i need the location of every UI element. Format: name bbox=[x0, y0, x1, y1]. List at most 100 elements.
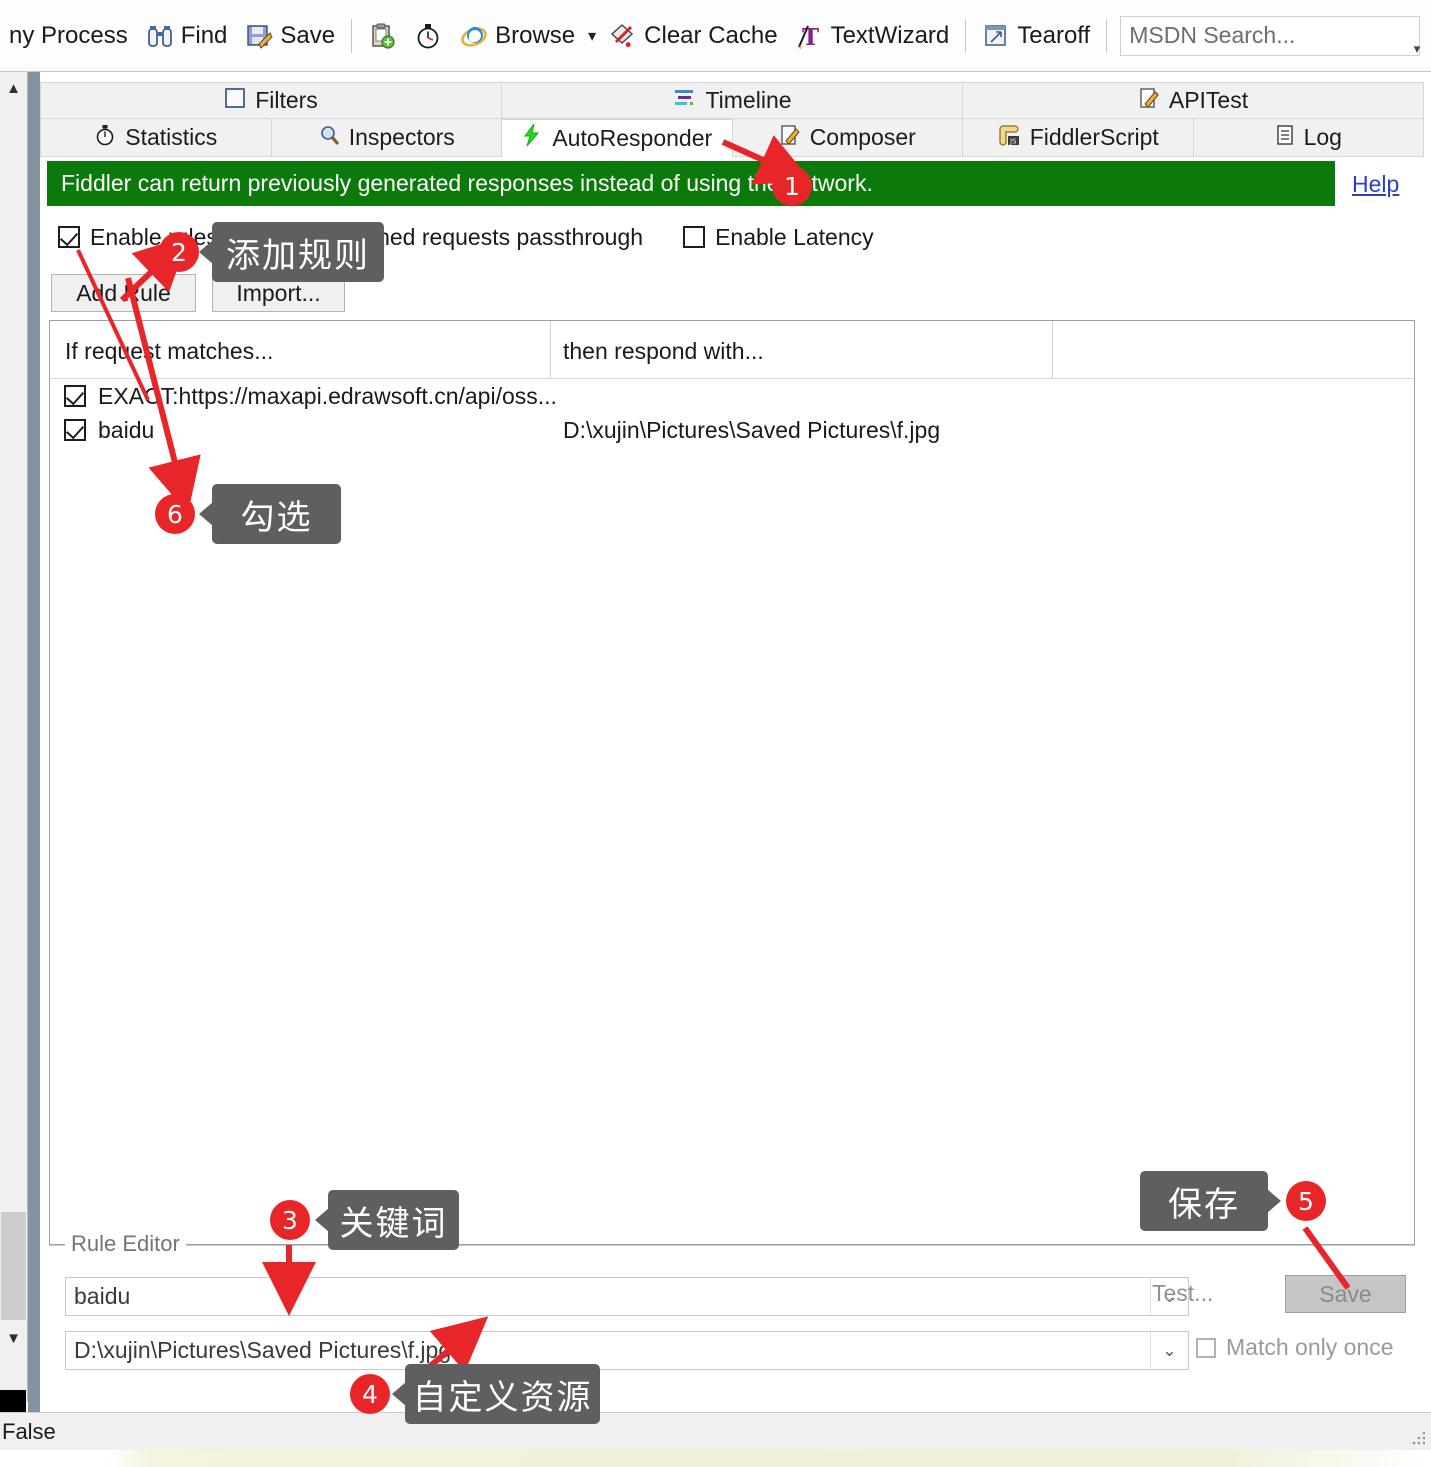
clear-cache-icon bbox=[609, 22, 637, 50]
tab-autoresponder-label: AutoResponder bbox=[552, 124, 713, 151]
rules-list-panel: If request matches... then respond with.… bbox=[49, 320, 1415, 1245]
rule-enabled-checkbox-icon[interactable] bbox=[64, 385, 86, 407]
rule-enabled-checkbox-icon[interactable] bbox=[64, 419, 86, 441]
rule-match-input[interactable]: baidu ⌄ bbox=[65, 1277, 1189, 1316]
toolbar-item-textwizard[interactable]: T TextWizard bbox=[787, 12, 959, 60]
tab-log-label: Log bbox=[1303, 124, 1342, 150]
status-bar-text: False bbox=[2, 1418, 56, 1444]
column-header-match[interactable]: If request matches... bbox=[65, 338, 273, 365]
enable-rules-checkbox-icon[interactable] bbox=[58, 226, 80, 248]
log-list-icon bbox=[1275, 124, 1295, 152]
options-row: Enable rules Unmatched requests passthro… bbox=[58, 222, 1358, 252]
tab-fiddlerscript-label: FiddlerScript bbox=[1029, 124, 1159, 150]
table-row[interactable]: EXACT:https://maxapi.edrawsoft.cn/api/os… bbox=[50, 379, 1414, 413]
scroll-up-arrow-icon[interactable]: ▲ bbox=[0, 74, 27, 102]
vertical-splitter[interactable] bbox=[28, 72, 40, 1412]
toolbar-item-tearoff[interactable]: Tearoff bbox=[973, 12, 1099, 60]
info-banner: Fiddler can return previously generated … bbox=[47, 161, 1335, 206]
checkbox-enable-rules[interactable]: Enable rules bbox=[58, 224, 218, 251]
tab-apitest-label: APITest bbox=[1168, 87, 1249, 113]
add-rule-button[interactable]: Add Rule bbox=[51, 274, 196, 312]
toolbar-find-label: Find bbox=[180, 21, 228, 49]
stopwatch-icon bbox=[414, 22, 442, 50]
resize-grip-icon[interactable] bbox=[1411, 1432, 1425, 1446]
toolbar-textwizard-label: TextWizard bbox=[830, 21, 950, 49]
toolbar-browse-label: Browse bbox=[495, 21, 576, 49]
pencil-icon bbox=[1138, 87, 1160, 115]
column-header-respond[interactable]: then respond with... bbox=[563, 338, 764, 365]
unmatched-passthrough-label: Unmatched requests passthrough bbox=[297, 223, 644, 250]
lightning-bolt-icon bbox=[521, 123, 543, 153]
tearoff-window-icon bbox=[982, 22, 1010, 50]
rule-match-text: baidu bbox=[98, 416, 155, 443]
checkbox-enable-latency[interactable]: Enable Latency bbox=[683, 224, 874, 251]
filter-checkbox-icon bbox=[224, 87, 246, 115]
enable-latency-label: Enable Latency bbox=[715, 223, 874, 250]
text-wizard-icon: T bbox=[796, 22, 824, 51]
toolbar-item-browse[interactable]: Browse bbox=[451, 12, 584, 60]
js-scroll-icon: JS bbox=[997, 124, 1021, 152]
save-rule-button[interactable]: Save bbox=[1285, 1275, 1406, 1313]
match-only-once-label: Match only once bbox=[1226, 1334, 1394, 1360]
tab-composer-label: Composer bbox=[809, 124, 916, 150]
tab-composer[interactable]: Composer bbox=[732, 119, 963, 157]
toolbar-overflow-button[interactable]: ▾ bbox=[1407, 34, 1427, 64]
tab-timeline-label: Timeline bbox=[705, 87, 792, 113]
table-row[interactable]: baidu D:\xujin\Pictures\Saved Pictures\f… bbox=[50, 413, 1414, 447]
rule-response-text: D:\xujin\Pictures\Saved Pictures\f.jpg bbox=[563, 416, 941, 443]
toolbar-item-find[interactable]: Find bbox=[137, 12, 237, 60]
checkbox-match-only-once[interactable]: Match only once bbox=[1196, 1334, 1393, 1361]
column-divider-1[interactable] bbox=[550, 321, 551, 378]
column-divider-2[interactable] bbox=[1052, 321, 1053, 378]
secondary-tab-strip: Filters Timeline APITest bbox=[40, 82, 1424, 119]
test-link[interactable]: Test... bbox=[1152, 1280, 1213, 1307]
toolbar-overflow-icon: ▾ bbox=[1413, 41, 1421, 56]
toolbar-separator-3 bbox=[1106, 18, 1108, 53]
tab-log[interactable]: Log bbox=[1193, 119, 1424, 157]
tab-timeline[interactable]: Timeline bbox=[502, 82, 963, 119]
enable-latency-checkbox-icon[interactable] bbox=[683, 226, 706, 248]
tab-autoresponder[interactable]: AutoResponder bbox=[502, 119, 733, 157]
tab-inspectors[interactable]: Inspectors bbox=[271, 119, 502, 157]
enable-rules-label: Enable rules bbox=[90, 223, 218, 250]
tab-apitest[interactable]: APITest bbox=[963, 82, 1424, 119]
msdn-search-placeholder: MSDN Search... bbox=[1129, 22, 1296, 48]
help-link[interactable]: Help bbox=[1352, 171, 1399, 198]
msdn-search-input[interactable]: MSDN Search... bbox=[1120, 15, 1421, 56]
svg-text:T: T bbox=[802, 24, 819, 50]
tab-fiddlerscript[interactable]: JS FiddlerScript bbox=[963, 119, 1194, 157]
toolbar-item-process[interactable]: ny Process bbox=[0, 12, 137, 60]
main-toolbar: ny Process Find Save Browse ▾ Clear Cach… bbox=[0, 0, 1431, 72]
browse-dropdown-caret-icon[interactable]: ▾ bbox=[588, 26, 596, 46]
scrollbar-thumb[interactable] bbox=[1, 1212, 26, 1320]
toolbar-clear-cache-label: Clear Cache bbox=[644, 21, 778, 49]
rule-editor-legend: Rule Editor bbox=[65, 1231, 186, 1257]
internet-explorer-icon bbox=[460, 22, 488, 50]
tab-filters[interactable]: Filters bbox=[40, 82, 502, 119]
bottom-strip bbox=[0, 1450, 1431, 1467]
rules-table-header: If request matches... then respond with.… bbox=[50, 321, 1414, 379]
chevron-down-icon[interactable]: ⌄ bbox=[1150, 1332, 1188, 1369]
toolbar-process-label: ny Process bbox=[9, 21, 128, 49]
tab-filters-label: Filters bbox=[255, 87, 318, 113]
scroll-down-arrow-icon[interactable]: ▼ bbox=[0, 1324, 27, 1352]
checkbox-unmatched-passthrough[interactable]: Unmatched requests passthrough bbox=[265, 223, 644, 251]
rule-match-value: baidu bbox=[74, 1283, 131, 1309]
match-only-once-checkbox-icon[interactable] bbox=[1196, 1337, 1216, 1358]
rule-response-input[interactable]: D:\xujin\Pictures\Saved Pictures\f.jpg ⌄ bbox=[65, 1331, 1189, 1370]
stopwatch-icon bbox=[94, 124, 116, 152]
toolbar-item-save[interactable]: Save bbox=[236, 12, 344, 60]
pencil-pad-icon bbox=[779, 124, 801, 152]
toolbar-item-clear-cache[interactable]: Clear Cache bbox=[600, 12, 786, 60]
toolbar-item-clipboard[interactable] bbox=[359, 12, 405, 60]
unmatched-passthrough-checkbox-icon[interactable] bbox=[265, 226, 288, 248]
import-button[interactable]: Import... bbox=[212, 274, 345, 312]
toolbar-item-timer[interactable] bbox=[405, 12, 451, 60]
tab-statistics[interactable]: Statistics bbox=[40, 119, 272, 157]
rule-editor-group: Rule Editor baidu ⌄ D:\xujin\Pictures\Sa… bbox=[49, 1231, 1415, 1385]
main-tab-strip: Statistics Inspectors AutoResponder Comp… bbox=[40, 119, 1424, 157]
toolbar-tearoff-label: Tearoff bbox=[1017, 21, 1091, 49]
left-scrollbar[interactable]: ▲ ▼ bbox=[0, 72, 28, 1430]
info-banner-text: Fiddler can return previously generated … bbox=[61, 170, 873, 196]
save-disk-icon bbox=[245, 22, 274, 50]
